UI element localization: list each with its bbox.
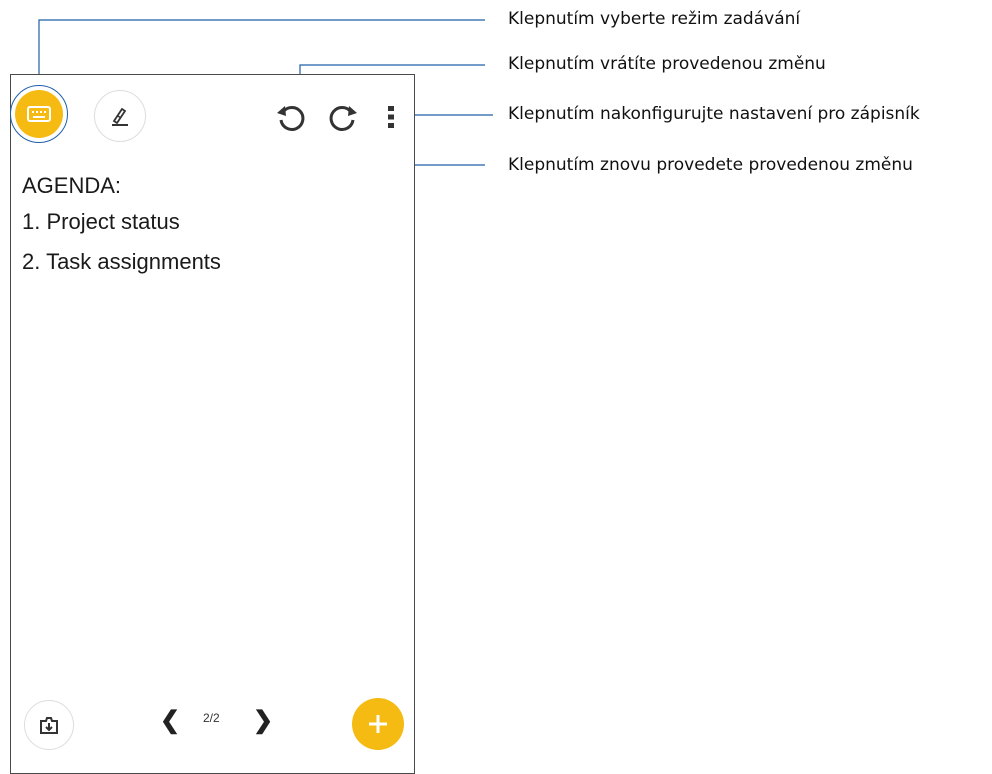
callout-undo: Klepnutím vrátíte provedenou změnu xyxy=(508,54,826,74)
redo-icon xyxy=(329,105,357,131)
keyboard-mode-button[interactable] xyxy=(15,90,63,138)
note-line[interactable]: AGENDA: xyxy=(22,173,121,199)
more-menu-button[interactable] xyxy=(382,100,400,134)
more-vertical-icon xyxy=(388,106,394,128)
add-page-button[interactable] xyxy=(352,698,404,750)
undo-icon xyxy=(277,105,305,131)
page-indicator: 2/2 xyxy=(203,711,220,725)
redo-button[interactable] xyxy=(324,98,362,136)
undo-button[interactable] xyxy=(272,98,310,136)
next-page-button[interactable]: ❯ xyxy=(253,706,273,735)
chevron-left-icon: ❮ xyxy=(160,707,181,734)
previous-page-button[interactable]: ❮ xyxy=(160,706,180,735)
note-line[interactable]: 1. Project status xyxy=(22,209,180,235)
pen-icon xyxy=(112,107,128,126)
chevron-right-icon: ❯ xyxy=(253,707,274,734)
plus-icon xyxy=(369,715,387,733)
callout-settings: Klepnutím nakonfigurujte nastavení pro z… xyxy=(508,104,920,124)
handwriting-mode-button[interactable] xyxy=(94,90,146,142)
keyboard-icon xyxy=(27,106,51,122)
note-line[interactable]: 2. Task assignments xyxy=(22,249,221,275)
import-page-icon xyxy=(40,717,58,734)
import-page-button[interactable] xyxy=(24,700,74,750)
callout-input-mode: Klepnutím vyberte režim zadávání xyxy=(508,9,801,29)
callout-redo: Klepnutím znovu provedete provedenou změ… xyxy=(508,155,913,175)
